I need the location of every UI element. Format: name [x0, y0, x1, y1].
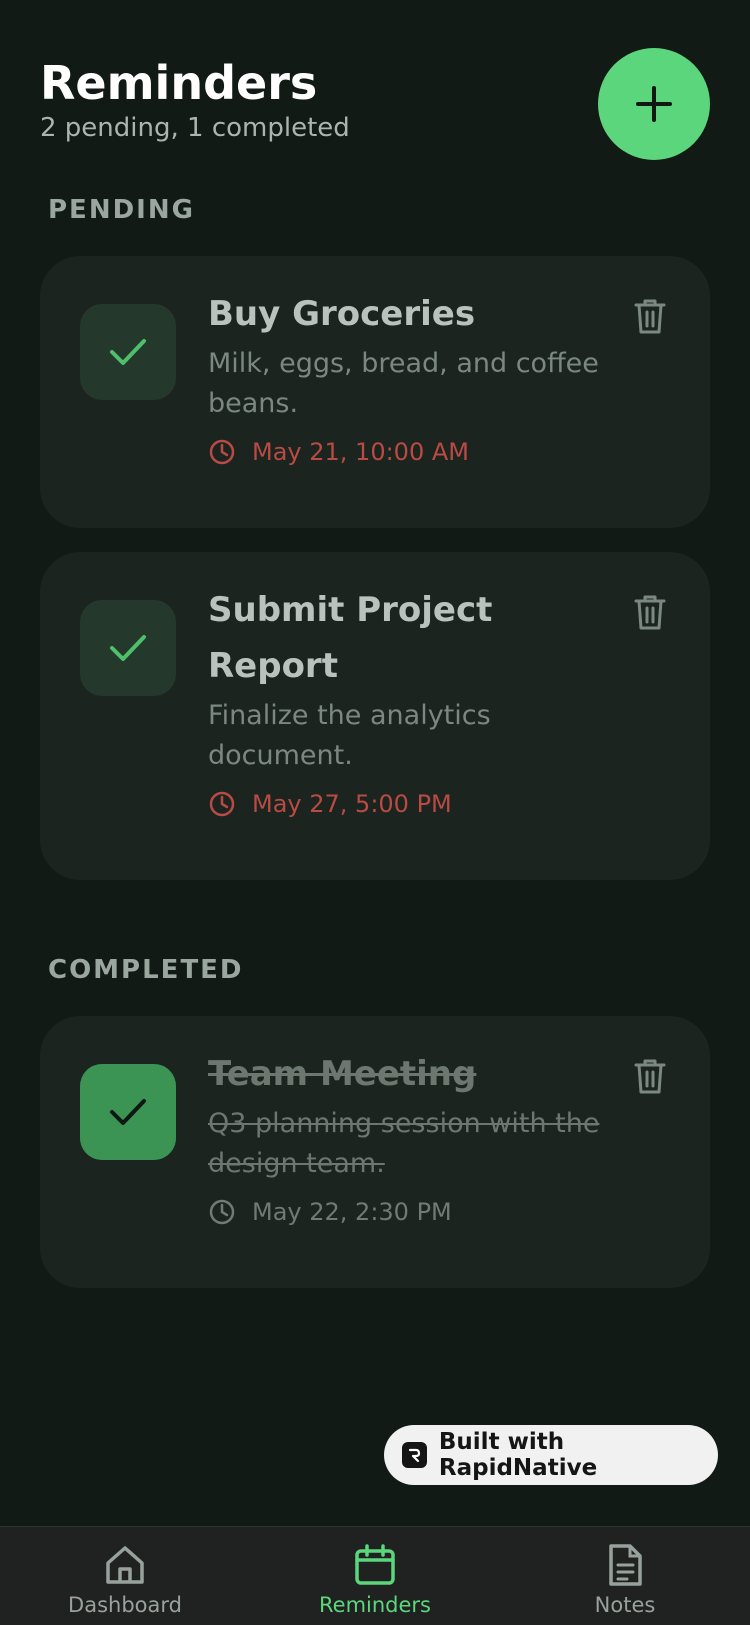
trash-icon[interactable] [630, 296, 670, 336]
clock-icon [209, 1199, 235, 1225]
nav-label: Dashboard [68, 1593, 182, 1617]
trash-icon[interactable] [630, 1056, 670, 1096]
document-icon [609, 1544, 642, 1586]
reminder-title: Buy Groceries [208, 294, 476, 334]
reminder-card[interactable]: Team Meeting Q3 planning session with th… [40, 1016, 710, 1288]
section-title-completed: COMPLETED [48, 955, 244, 985]
nav-item-dashboard[interactable]: Dashboard [0, 1527, 250, 1625]
reminder-description: Q3 planning session with the design team… [208, 1108, 600, 1179]
check-icon [110, 339, 146, 365]
add-reminder-button[interactable] [598, 48, 710, 160]
reminder-content: Submit Project Report Finalize the analy… [208, 582, 600, 818]
badge-label: Built with RapidNative [438, 1429, 598, 1481]
section-title-pending: PENDING [48, 195, 195, 225]
nav-label: Reminders [319, 1593, 431, 1617]
reminder-checkbox[interactable] [80, 600, 176, 696]
reminder-description: Finalize the analytics document. [208, 700, 491, 771]
calendar-icon [355, 1544, 395, 1585]
reminder-content: Buy Groceries Milk, eggs, bread, and cof… [208, 286, 600, 466]
reminder-card[interactable]: Buy Groceries Milk, eggs, bread, and cof… [40, 256, 710, 528]
reminder-description: Milk, eggs, bread, and coffee beans. [208, 348, 599, 419]
reminder-title: Team Meeting [208, 1054, 477, 1094]
clock-icon [209, 439, 235, 465]
reminder-checkbox[interactable] [80, 1064, 176, 1160]
reminder-card[interactable]: Submit Project Report Finalize the analy… [40, 552, 710, 880]
nav-item-reminders[interactable]: Reminders [250, 1527, 500, 1625]
reminder-time-row: May 21, 10:00 AM [208, 438, 600, 466]
built-with-badge[interactable]: Built with RapidNative [384, 1425, 718, 1485]
rapidnative-logo-icon [402, 1442, 427, 1468]
reminder-time: May 21, 10:00 AM [252, 438, 469, 466]
reminder-time-row: May 22, 2:30 PM [208, 1198, 600, 1226]
reminder-time: May 22, 2:30 PM [252, 1198, 452, 1226]
reminder-content: Team Meeting Q3 planning session with th… [208, 1046, 600, 1226]
check-icon [110, 1099, 146, 1125]
nav-item-notes[interactable]: Notes [500, 1527, 750, 1625]
home-icon [106, 1546, 144, 1584]
bottom-nav: Dashboard Reminders Notes [0, 1526, 750, 1625]
reminder-title: Submit Project Report [208, 590, 493, 686]
plus-icon [636, 86, 672, 122]
reminder-checkbox[interactable] [80, 304, 176, 400]
trash-icon[interactable] [630, 592, 670, 632]
check-icon [110, 635, 146, 661]
reminder-time: May 27, 5:00 PM [252, 790, 452, 818]
reminder-time-row: May 27, 5:00 PM [208, 790, 600, 818]
nav-label: Notes [594, 1593, 656, 1617]
clock-icon [209, 791, 235, 817]
